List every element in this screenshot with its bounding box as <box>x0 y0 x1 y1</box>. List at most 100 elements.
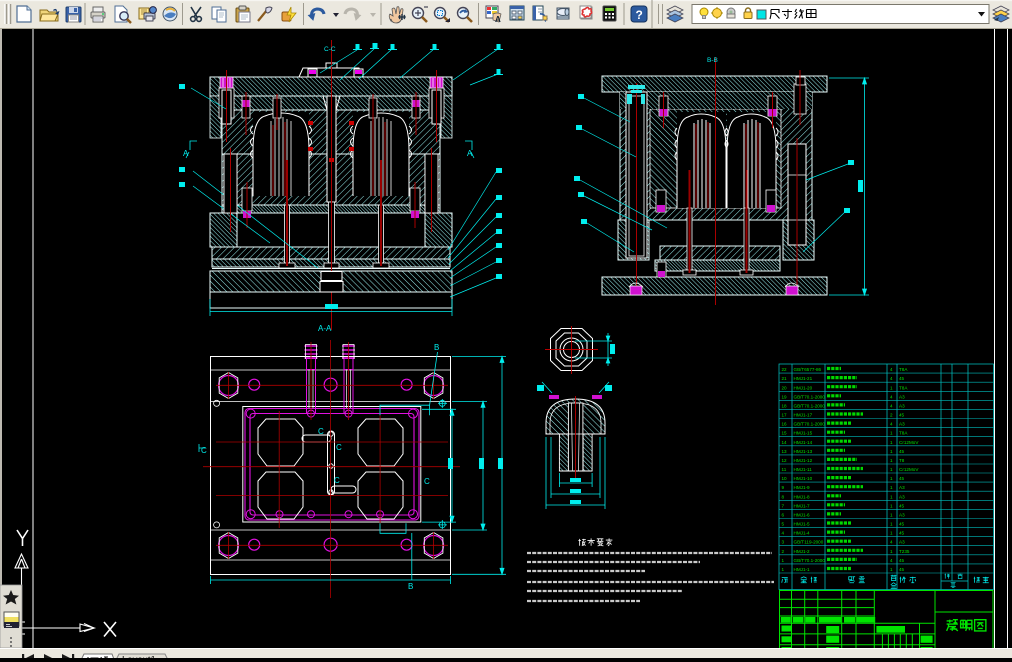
svg-text:12: 12 <box>782 458 788 463</box>
svg-text:?: ? <box>636 8 643 22</box>
svg-text:HMJ1-2: HMJ1-2 <box>794 549 811 554</box>
svg-text:10: 10 <box>782 476 788 481</box>
svg-text:1: 1 <box>782 567 785 572</box>
svg-text:A3: A3 <box>899 422 905 427</box>
svg-text:HMJ1-21: HMJ1-21 <box>794 376 813 381</box>
svg-text:45: 45 <box>899 476 905 481</box>
svg-text:B-B: B-B <box>707 57 718 64</box>
svg-text:C: C <box>424 477 430 486</box>
svg-text:1: 1 <box>890 449 893 454</box>
svg-text:2: 2 <box>890 413 893 418</box>
svg-text:19: 19 <box>782 394 788 399</box>
svg-text:T8A: T8A <box>899 367 908 372</box>
svg-text:A3: A3 <box>899 403 905 408</box>
svg-text:6: 6 <box>782 513 785 518</box>
svg-text:GB/T70.1-2000: GB/T70.1-2000 <box>794 403 826 408</box>
svg-text:1: 1 <box>890 494 893 499</box>
svg-text:B: B <box>408 582 413 591</box>
svg-text:GB/T6577-86: GB/T6577-86 <box>794 367 822 372</box>
svg-text:GB/T119-2000: GB/T119-2000 <box>794 540 824 545</box>
svg-text:HMJ1-9: HMJ1-9 <box>794 485 811 490</box>
svg-text:A3: A3 <box>899 485 905 490</box>
svg-text:1: 1 <box>890 485 893 490</box>
svg-text:HMJ1-7: HMJ1-7 <box>794 503 811 508</box>
svg-text:9: 9 <box>782 485 785 490</box>
svg-text:HMJ1-12: HMJ1-12 <box>794 458 813 463</box>
svg-text:20: 20 <box>782 385 788 390</box>
svg-text:45: 45 <box>899 567 905 572</box>
svg-text:HMJ1-4: HMJ1-4 <box>794 531 811 536</box>
svg-text:8: 8 <box>782 494 785 499</box>
svg-text:11: 11 <box>782 467 787 472</box>
svg-text:GB/T70.1-2000: GB/T70.1-2000 <box>794 558 826 563</box>
svg-text:A-A: A-A <box>318 324 332 333</box>
svg-text:HMJ1-11: HMJ1-11 <box>794 467 813 472</box>
svg-text:1: 1 <box>890 503 893 508</box>
svg-text:T8: T8 <box>899 458 905 463</box>
svg-text:HMJ1-20: HMJ1-20 <box>794 385 813 390</box>
svg-text:45: 45 <box>899 376 905 381</box>
svg-text:HMJ1-10: HMJ1-10 <box>794 476 813 481</box>
svg-text:45: 45 <box>899 449 905 454</box>
svg-text:18: 18 <box>782 403 788 408</box>
svg-text:7: 7 <box>782 503 785 508</box>
svg-text:Cr12MoV: Cr12MoV <box>899 467 919 472</box>
svg-text:4: 4 <box>890 376 893 381</box>
svg-text:A3: A3 <box>899 513 905 518</box>
svg-text:21: 21 <box>782 376 788 381</box>
svg-text:A: A <box>495 15 501 24</box>
svg-text:Cr12MoV: Cr12MoV <box>899 440 919 445</box>
svg-text:C: C <box>318 427 324 436</box>
svg-text:HMJ1-8: HMJ1-8 <box>794 494 811 499</box>
svg-text:4: 4 <box>890 394 893 399</box>
svg-text:1: 1 <box>890 522 893 527</box>
svg-text:HMJ1-1: HMJ1-1 <box>794 567 811 572</box>
svg-text:HMJ1-15: HMJ1-15 <box>794 431 813 436</box>
svg-text:1: 1 <box>782 558 785 563</box>
svg-text:B: B <box>434 343 439 352</box>
svg-text:1: 1 <box>890 476 893 481</box>
svg-text:1: 1 <box>890 385 893 390</box>
svg-text:2: 2 <box>782 549 785 554</box>
svg-text:45: 45 <box>899 413 905 418</box>
svg-text:4: 4 <box>890 540 893 545</box>
svg-text:3: 3 <box>782 540 785 545</box>
svg-text:HMJ1-14: HMJ1-14 <box>794 440 813 445</box>
svg-text:GB/T70.1-2000: GB/T70.1-2000 <box>794 422 826 427</box>
svg-text:4: 4 <box>890 403 893 408</box>
svg-text:17: 17 <box>782 413 788 418</box>
svg-text:C: C <box>336 443 342 452</box>
svg-text:A3: A3 <box>899 394 905 399</box>
svg-text:HMJ1-6: HMJ1-6 <box>794 513 811 518</box>
svg-text:45: 45 <box>899 558 905 563</box>
svg-text:HMJ1-17: HMJ1-17 <box>794 413 813 418</box>
svg-text:T8A: T8A <box>899 385 908 390</box>
svg-text:15: 15 <box>782 431 788 436</box>
svg-text:14: 14 <box>782 440 788 445</box>
svg-text:HMJ1-5: HMJ1-5 <box>794 522 811 527</box>
svg-text:T235: T235 <box>899 549 910 554</box>
svg-text:C-C: C-C <box>324 46 336 53</box>
svg-text:1: 1 <box>890 567 893 572</box>
svg-text:HMJ1-13: HMJ1-13 <box>794 449 813 454</box>
svg-text:C: C <box>334 476 340 485</box>
svg-text:4: 4 <box>890 367 893 372</box>
svg-text:1: 1 <box>890 458 893 463</box>
svg-text:C: C <box>201 446 207 455</box>
svg-text:1: 1 <box>890 431 893 436</box>
svg-text:45: 45 <box>899 522 905 527</box>
svg-text:4: 4 <box>782 531 785 536</box>
svg-text:13: 13 <box>782 449 788 454</box>
svg-text:1: 1 <box>890 549 893 554</box>
svg-text:T8A: T8A <box>899 431 908 436</box>
svg-text:1: 1 <box>890 531 893 536</box>
svg-text:A3: A3 <box>899 494 905 499</box>
svg-text:4: 4 <box>890 558 893 563</box>
svg-text:16: 16 <box>782 422 788 427</box>
svg-text:1: 1 <box>890 513 893 518</box>
svg-text:4: 4 <box>890 422 893 427</box>
svg-text:5: 5 <box>782 522 785 527</box>
svg-text:GB/T70.1-2000: GB/T70.1-2000 <box>794 394 826 399</box>
svg-text:A3: A3 <box>899 540 905 545</box>
svg-text:45: 45 <box>899 503 905 508</box>
